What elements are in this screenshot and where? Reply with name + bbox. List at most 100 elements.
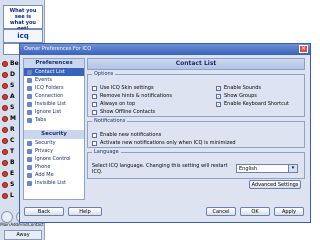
online-flower-icon bbox=[2, 126, 8, 133]
contact-name: S bbox=[10, 82, 15, 89]
invisible-icon bbox=[27, 101, 32, 107]
option-always-on-top[interactable]: Always on top bbox=[92, 100, 212, 108]
contact-name: L bbox=[10, 192, 14, 199]
checkbox[interactable] bbox=[92, 93, 97, 99]
back-button[interactable]: Back bbox=[24, 207, 64, 216]
online-flower-icon bbox=[2, 159, 8, 166]
preferences-content: Contact List Options Use ICQ Skin settin… bbox=[87, 58, 305, 198]
contact-name: Be bbox=[10, 60, 19, 67]
dialog-title: Owner Preferences For ICQ bbox=[24, 46, 92, 52]
advanced-settings-button[interactable]: Advanced Settings bbox=[249, 180, 301, 189]
option-sounds[interactable]: ✓ Enable Sounds bbox=[216, 84, 302, 92]
option-groups[interactable]: ✓ Show Groups bbox=[216, 92, 302, 100]
contact-name: D bbox=[10, 71, 15, 78]
option-hints[interactable]: Remove hints & notifications bbox=[92, 92, 212, 100]
nav-item-invisible-list[interactable]: Invisible List bbox=[24, 179, 84, 187]
cancel-button[interactable]: Cancel bbox=[206, 207, 236, 216]
nav-label: ICQ Folders bbox=[35, 85, 64, 91]
nav-label: Invisible List bbox=[35, 101, 66, 107]
privacy-icon bbox=[27, 148, 32, 154]
option-shortcut[interactable]: ✓ Enable Keyboard Shortcut bbox=[216, 100, 302, 108]
contact-name: M bbox=[10, 115, 16, 122]
nav-item-events[interactable]: Events bbox=[24, 76, 84, 84]
icq-search-logo: icq search bbox=[3, 29, 43, 52]
option-label: Always on top bbox=[100, 101, 136, 107]
checkbox[interactable] bbox=[92, 140, 97, 146]
online-flower-icon bbox=[2, 82, 8, 89]
nav-item-add-me[interactable]: Add Me bbox=[24, 171, 84, 179]
notifications-options: Enable new notifications Activate new no… bbox=[92, 131, 302, 147]
option-label: Enable Sounds bbox=[224, 85, 261, 91]
language-select[interactable]: English ▾ bbox=[236, 164, 298, 173]
chevron-down-icon[interactable]: ▾ bbox=[288, 165, 297, 172]
apply-button[interactable]: Apply bbox=[274, 207, 304, 216]
nav-item-privacy[interactable]: Privacy bbox=[24, 147, 84, 155]
nav-label: Events bbox=[35, 77, 52, 83]
checkbox[interactable] bbox=[92, 85, 97, 91]
section-title: Contact List bbox=[87, 58, 305, 70]
nav-label: Privacy bbox=[35, 148, 54, 154]
nav-label: Connection bbox=[35, 93, 64, 99]
connection-icon bbox=[27, 93, 32, 99]
option-notifications[interactable]: Enable new notifications bbox=[92, 131, 302, 139]
contact-name: E bbox=[10, 170, 15, 177]
notifications-group: Notifications Enable new notifications A… bbox=[87, 118, 305, 148]
contact-name: T bbox=[10, 148, 15, 155]
option-label: Enable Keyboard Shortcut bbox=[224, 101, 290, 107]
folder-icon bbox=[27, 85, 32, 91]
contact-list-icon bbox=[27, 69, 32, 75]
ok-button[interactable]: OK bbox=[240, 207, 270, 216]
lock-icon bbox=[27, 140, 32, 146]
checkbox-checked[interactable]: ✓ bbox=[216, 101, 221, 107]
option-skin[interactable]: Use ICQ Skin settings bbox=[92, 84, 212, 92]
status-button[interactable]: Away bbox=[4, 230, 42, 240]
option-label: Use ICQ Skin settings bbox=[100, 85, 154, 91]
preferences-nav: Preferences Contact List Events ICQ Fold… bbox=[23, 58, 85, 200]
language-group: Language Select ICQ language. Changing t… bbox=[87, 149, 305, 179]
checkbox[interactable] bbox=[92, 132, 97, 138]
language-legend: Language bbox=[94, 149, 119, 155]
nav-label: Security bbox=[35, 140, 56, 146]
checkbox[interactable] bbox=[92, 109, 97, 115]
option-show-offline[interactable]: Show Offline Contacts bbox=[92, 108, 212, 116]
nav-item-security[interactable]: Security bbox=[24, 139, 84, 147]
checkbox-checked[interactable]: ✓ bbox=[216, 93, 221, 99]
option-label: Show Offline Contacts bbox=[100, 109, 156, 115]
option-notifications-minimized[interactable]: Activate new notifications only when ICQ… bbox=[92, 139, 302, 147]
nav-item-tabs[interactable]: Tabs bbox=[24, 116, 84, 124]
nav-item-connection[interactable]: Connection bbox=[24, 92, 84, 100]
online-flower-icon bbox=[2, 192, 8, 199]
contact-name: R bbox=[10, 126, 15, 133]
nav-label: Ignore List bbox=[35, 109, 62, 115]
tabs-icon bbox=[27, 117, 32, 123]
online-flower-icon bbox=[2, 115, 8, 122]
nav-item-contact-list[interactable]: Contact List bbox=[24, 68, 84, 76]
dialog-titlebar[interactable]: Owner Preferences For ICQ × bbox=[20, 44, 310, 55]
contact-name: B bbox=[10, 159, 15, 166]
language-text: Select ICQ language. Changing this setti… bbox=[92, 163, 228, 175]
nav-section-security: Security bbox=[24, 130, 84, 139]
nav-label: Invisible List bbox=[35, 180, 66, 186]
nav-item-ignore[interactable]: Ignore List bbox=[24, 108, 84, 116]
nav-label: Ignore Control bbox=[35, 156, 71, 162]
ad-banner[interactable]: What you see is what you get! bbox=[3, 5, 43, 32]
options-right: ✓ Enable Sounds ✓ Show Groups ✓ Enable Keyb… bbox=[216, 84, 302, 108]
checkbox[interactable] bbox=[92, 101, 97, 107]
close-icon[interactable]: × bbox=[299, 45, 308, 53]
nav-item-icq-folders[interactable]: ICQ Folders bbox=[24, 84, 84, 92]
preferences-dialog: Owner Preferences For ICQ × Preferences … bbox=[19, 43, 311, 223]
option-label: Enable new notifications bbox=[100, 132, 162, 138]
options-group: Options Use ICQ Skin settings Remove hin… bbox=[87, 71, 305, 117]
online-flower-icon bbox=[2, 104, 8, 111]
online-flower-icon bbox=[2, 137, 8, 144]
add-me-icon bbox=[27, 172, 32, 178]
nav-item-invisible[interactable]: Invisible List bbox=[24, 100, 84, 108]
contact-name: A bbox=[10, 93, 15, 100]
checkbox-checked[interactable]: ✓ bbox=[216, 85, 221, 91]
contact-name: S bbox=[10, 181, 15, 188]
nav-item-ignore-control[interactable]: Ignore Control bbox=[24, 155, 84, 163]
help-button[interactable]: Help bbox=[68, 207, 102, 216]
nav-item-phone[interactable]: Phone bbox=[24, 163, 84, 171]
online-flower-icon bbox=[2, 60, 8, 67]
events-icon bbox=[27, 77, 32, 83]
